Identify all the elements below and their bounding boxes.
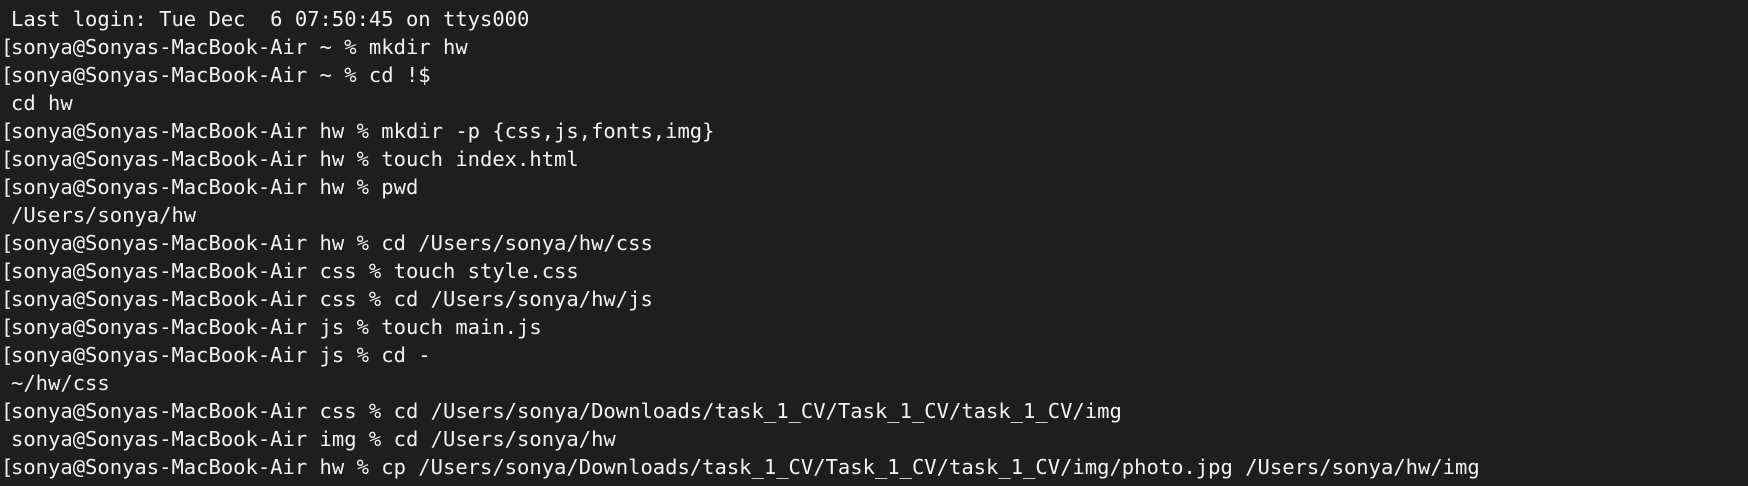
line-text: sonya@Sonyas-MacBook-Air css % cd /Users…: [11, 287, 653, 311]
line-bracket: [: [1, 63, 14, 87]
terminal-line: [sonya@Sonyas-MacBook-Air hw % cp /Users…: [0, 453, 1748, 481]
terminal-line: [sonya@Sonyas-MacBook-Air hw % touch ind…: [0, 145, 1748, 173]
line-text: sonya@Sonyas-MacBook-Air hw % cd /Users/…: [11, 231, 653, 255]
line-text: sonya@Sonyas-MacBook-Air ~ % cd !$: [11, 63, 431, 87]
line-text: Last login: Tue Dec 6 07:50:45 on ttys00…: [11, 7, 530, 31]
terminal-line: [sonya@Sonyas-MacBook-Air hw % pwd: [0, 173, 1748, 201]
terminal-line: [sonya@Sonyas-MacBook-Air ~ % mkdir hw: [0, 33, 1748, 61]
terminal-line: ~/hw/css: [0, 369, 1748, 397]
terminal-line: [sonya@Sonyas-MacBook-Air css % cd /User…: [0, 285, 1748, 313]
line-bracket: [: [1, 147, 14, 171]
line-text: sonya@Sonyas-MacBook-Air js % cd -: [11, 343, 431, 367]
line-text: sonya@Sonyas-MacBook-Air hw % pwd: [11, 175, 419, 199]
line-bracket: [: [1, 119, 14, 143]
terminal-line: [sonya@Sonyas-MacBook-Air hw % mkdir -p …: [0, 117, 1748, 145]
line-bracket: [: [1, 399, 14, 423]
line-text: sonya@Sonyas-MacBook-Air js % touch main…: [11, 315, 542, 339]
line-bracket: [: [1, 315, 14, 339]
line-bracket: [: [1, 343, 14, 367]
line-text: sonya@Sonyas-MacBook-Air ~ % mkdir hw: [11, 35, 468, 59]
line-text: sonya@Sonyas-MacBook-Air hw % cp /Users/…: [11, 455, 1480, 479]
line-text: sonya@Sonyas-MacBook-Air img % cd /Users…: [11, 427, 616, 451]
line-bracket: [: [1, 455, 14, 479]
terminal-line: [sonya@Sonyas-MacBook-Air css % cd /User…: [0, 397, 1748, 425]
line-text: /Users/sonya/hw: [11, 203, 197, 227]
line-bracket: [: [1, 287, 14, 311]
terminal-line: [sonya@Sonyas-MacBook-Air js % cd -: [0, 341, 1748, 369]
line-text: sonya@Sonyas-MacBook-Air css % cd /Users…: [11, 399, 1122, 423]
terminal-line: [sonya@Sonyas-MacBook-Air hw % cd /Users…: [0, 229, 1748, 257]
terminal-line: [sonya@Sonyas-MacBook-Air css % touch st…: [0, 257, 1748, 285]
terminal-line: Last login: Tue Dec 6 07:50:45 on ttys00…: [0, 5, 1748, 33]
terminal-window[interactable]: Last login: Tue Dec 6 07:50:45 on ttys00…: [0, 0, 1748, 486]
line-bracket: [: [1, 259, 14, 283]
terminal-line: [sonya@Sonyas-MacBook-Air ~ % cd !$: [0, 61, 1748, 89]
line-text: cd hw: [11, 91, 73, 115]
terminal-line: [sonya@Sonyas-MacBook-Air js % touch mai…: [0, 313, 1748, 341]
line-bracket: [: [1, 35, 14, 59]
terminal-line: sonya@Sonyas-MacBook-Air img % cd /Users…: [0, 425, 1748, 453]
terminal-line: cd hw: [0, 89, 1748, 117]
line-text: sonya@Sonyas-MacBook-Air hw % mkdir -p {…: [11, 119, 715, 143]
line-text: ~/hw/css: [11, 371, 110, 395]
terminal-line: /Users/sonya/hw: [0, 201, 1748, 229]
line-bracket: [: [1, 231, 14, 255]
line-bracket: [: [1, 175, 14, 199]
line-text: sonya@Sonyas-MacBook-Air css % touch sty…: [11, 259, 579, 283]
line-text: sonya@Sonyas-MacBook-Air hw % touch inde…: [11, 147, 579, 171]
